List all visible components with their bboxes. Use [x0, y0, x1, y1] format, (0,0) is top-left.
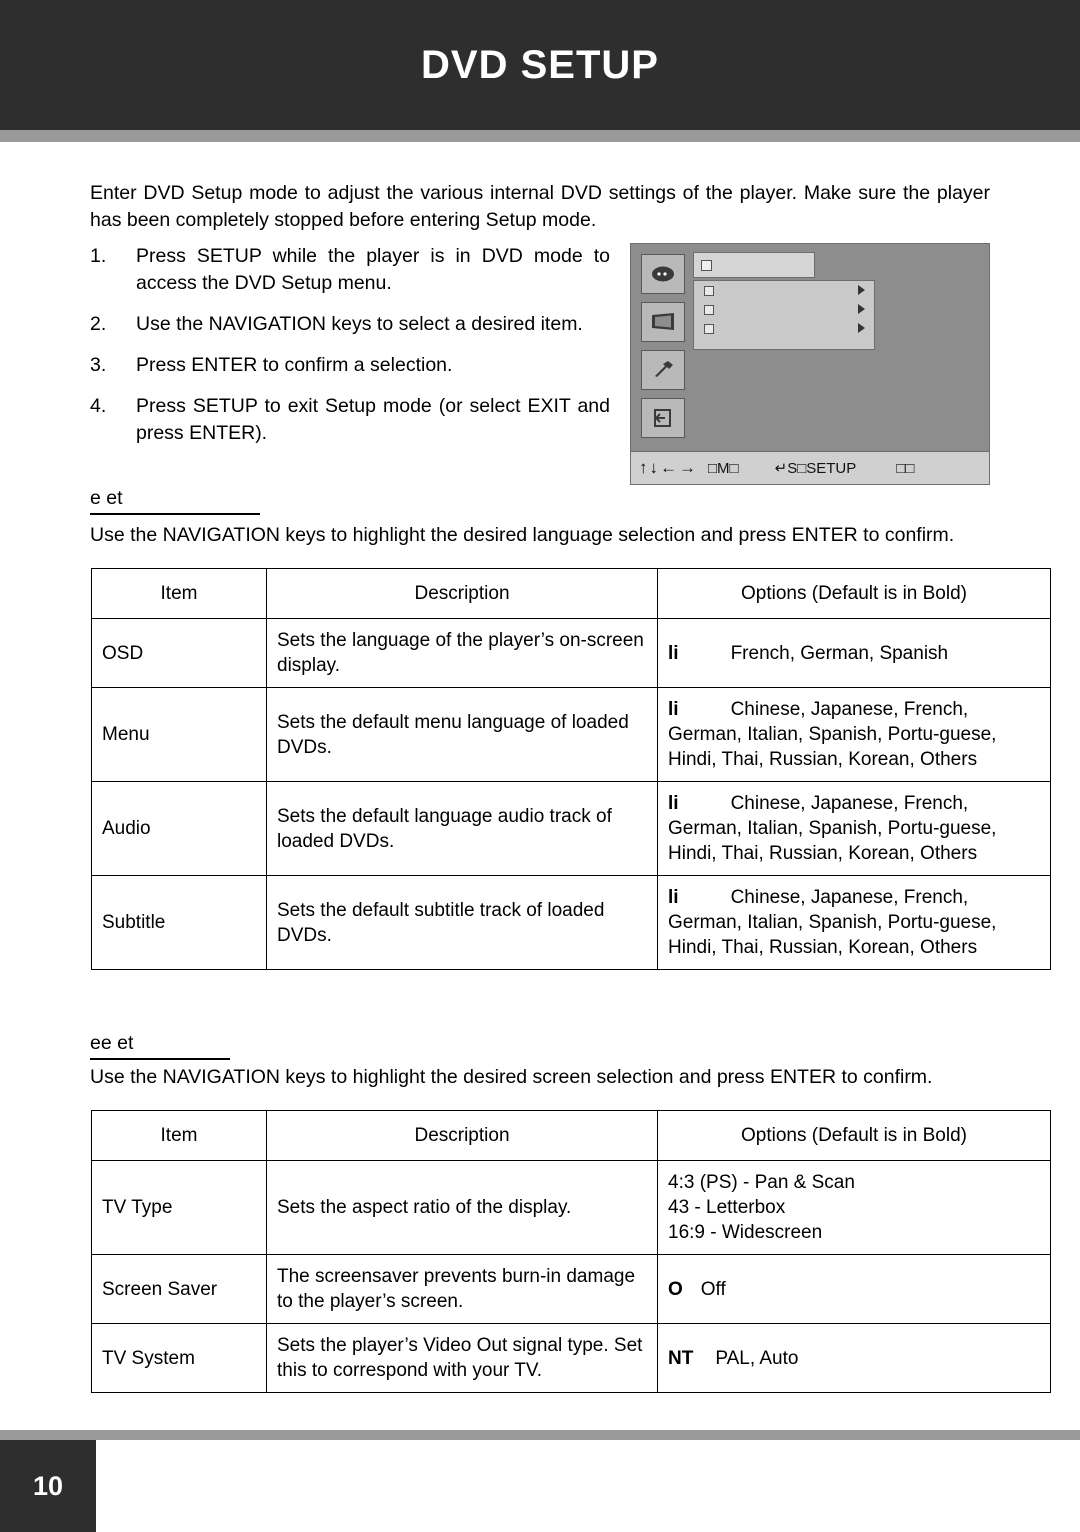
option-default: NT [668, 1347, 694, 1369]
column-header-item: Item [91, 1110, 267, 1161]
option-rest: Chinese, Japanese, French, German, Itali… [668, 699, 997, 770]
cell-options: li Chinese, Japanese, French, German, Ita… [657, 687, 1051, 782]
list-item: 2. Use the NAVIGATION keys to select a d… [90, 311, 610, 338]
cell-item: TV System [91, 1323, 267, 1393]
osd-setup-label: ↵S□SETUP [774, 460, 857, 477]
table-row: Audio Sets the default language audio tr… [91, 781, 1051, 876]
cell-item: Subtitle [91, 875, 267, 970]
cell-item: TV Type [91, 1160, 267, 1255]
dvd-setup-screenshot: ↑↓←→ □M□ ↵S□SETUP □□ [630, 243, 990, 485]
osd-status-bar: ↑↓←→ □M□ ↵S□SETUP □□ [631, 451, 989, 484]
cell-options: NT PAL, Auto [657, 1323, 1051, 1393]
table-header-row: Item Description Options (Default is in … [91, 1110, 1051, 1161]
page-number: 10 [0, 1440, 96, 1532]
cell-description: Sets the player’s Video Out signal type.… [266, 1323, 658, 1393]
cell-item: Screen Saver [91, 1254, 267, 1324]
list-item[interactable] [694, 319, 874, 338]
language-settings-table: Item Description Options (Default is in … [91, 568, 1051, 970]
bullet-icon [704, 305, 714, 315]
preferences-icon [641, 350, 685, 390]
table-row: OSD Sets the language of the player’s on… [91, 618, 1051, 688]
step-text: Press ENTER to confirm a selection. [136, 354, 453, 376]
language-icon [641, 254, 685, 294]
exit-icon [641, 398, 685, 438]
cell-options: O Off [657, 1254, 1051, 1324]
step-text: Use the NAVIGATION keys to select a desi… [136, 313, 583, 335]
table-row: Menu Sets the default menu language of l… [91, 687, 1051, 782]
steps-list: 1. Press SETUP while the player is in DV… [90, 243, 610, 461]
list-item: 3. Press ENTER to confirm a selection. [90, 352, 610, 379]
option-rest: Chinese, Japanese, French, German, Itali… [668, 887, 997, 958]
menu-option-list [693, 280, 875, 350]
setup-icon-column [641, 254, 687, 446]
cell-description: Sets the aspect ratio of the display. [266, 1160, 658, 1255]
step-number: 4. [90, 395, 107, 417]
display-icon [641, 302, 685, 342]
table-row: Subtitle Sets the default subtitle track… [91, 875, 1051, 970]
cell-options: li French, German, Spanish [657, 618, 1051, 688]
step-text: Press SETUP to exit Setup mode (or selec… [136, 395, 610, 444]
column-header-options: Options (Default is in Bold) [657, 1110, 1051, 1161]
option-rest: Chinese, Japanese, French, German, Itali… [668, 793, 997, 864]
option-default: li [668, 887, 679, 908]
menu-title-bar [693, 252, 815, 278]
column-header-description: Description [266, 568, 658, 619]
step-number: 2. [90, 313, 107, 335]
header-divider [0, 130, 1080, 142]
option-rest: 4:3 (PS) - Pan & Scan 43 - Letterbox 16:… [668, 1172, 855, 1243]
option-default: li [668, 699, 679, 720]
screen-section-note: Use the NAVIGATION keys to highlight the… [90, 1066, 933, 1088]
setup-menu-panel [693, 252, 875, 362]
osd-extra-label: □□ [896, 459, 915, 477]
step-number: 1. [90, 245, 107, 267]
table-row: TV Type Sets the aspect ratio of the dis… [91, 1160, 1051, 1255]
table-row: TV System Sets the player’s Video Out si… [91, 1323, 1051, 1393]
option-default: li [668, 642, 679, 664]
chevron-right-icon [858, 285, 865, 295]
list-item[interactable] [694, 300, 874, 319]
option-rest: PAL, Auto [715, 1347, 799, 1369]
list-item[interactable] [694, 281, 874, 300]
cell-options: 4:3 (PS) - Pan & Scan 43 - Letterbox 16:… [657, 1160, 1051, 1255]
intro-paragraph: Enter DVD Setup mode to adjust the vario… [90, 182, 990, 231]
navigation-arrows-icon: ↑↓←→ [639, 458, 698, 477]
option-default: li [668, 793, 679, 814]
bullet-icon [704, 324, 714, 334]
option-rest: French, German, Spanish [730, 642, 949, 664]
option-rest: Off [700, 1278, 726, 1300]
screen-section-heading: ee et [90, 1032, 230, 1060]
cell-description: Sets the default menu language of loaded… [266, 687, 658, 782]
cell-options: li Chinese, Japanese, French, German, Ita… [657, 781, 1051, 876]
language-section-note: Use the NAVIGATION keys to highlight the… [90, 524, 955, 546]
list-item: 1. Press SETUP while the player is in DV… [90, 243, 610, 297]
column-header-item: Item [91, 568, 267, 619]
column-header-options: Options (Default is in Bold) [657, 568, 1051, 619]
chevron-right-icon [858, 323, 865, 333]
page-header: DVD SETUP [0, 0, 1080, 130]
language-section-heading: e et [90, 487, 260, 515]
chevron-right-icon [858, 304, 865, 314]
menu-bullet-icon [701, 260, 712, 271]
page-title: DVD SETUP [421, 42, 659, 87]
list-item: 4. Press SETUP to exit Setup mode (or se… [90, 393, 610, 447]
cell-options: li Chinese, Japanese, French, German, Ita… [657, 875, 1051, 970]
table-header-row: Item Description Options (Default is in … [91, 568, 1051, 619]
cell-item: OSD [91, 618, 267, 688]
column-header-description: Description [266, 1110, 658, 1161]
table-row: Screen Saver The screensaver prevents bu… [91, 1254, 1051, 1324]
step-number: 3. [90, 354, 107, 376]
cell-description: Sets the language of the player’s on-scr… [266, 618, 658, 688]
cell-description: Sets the default language audio track of… [266, 781, 658, 876]
osd-move-label: □M□ [708, 459, 739, 477]
bullet-icon [704, 286, 714, 296]
screen-settings-table: Item Description Options (Default is in … [91, 1110, 1051, 1393]
step-text: Press SETUP while the player is in DVD m… [136, 245, 610, 294]
cell-item: Menu [91, 687, 267, 782]
cell-item: Audio [91, 781, 267, 876]
footer-divider [0, 1430, 1080, 1440]
option-default: O [668, 1278, 683, 1300]
cell-description: The screensaver prevents burn-in damage … [266, 1254, 658, 1324]
cell-description: Sets the default subtitle track of loade… [266, 875, 658, 970]
